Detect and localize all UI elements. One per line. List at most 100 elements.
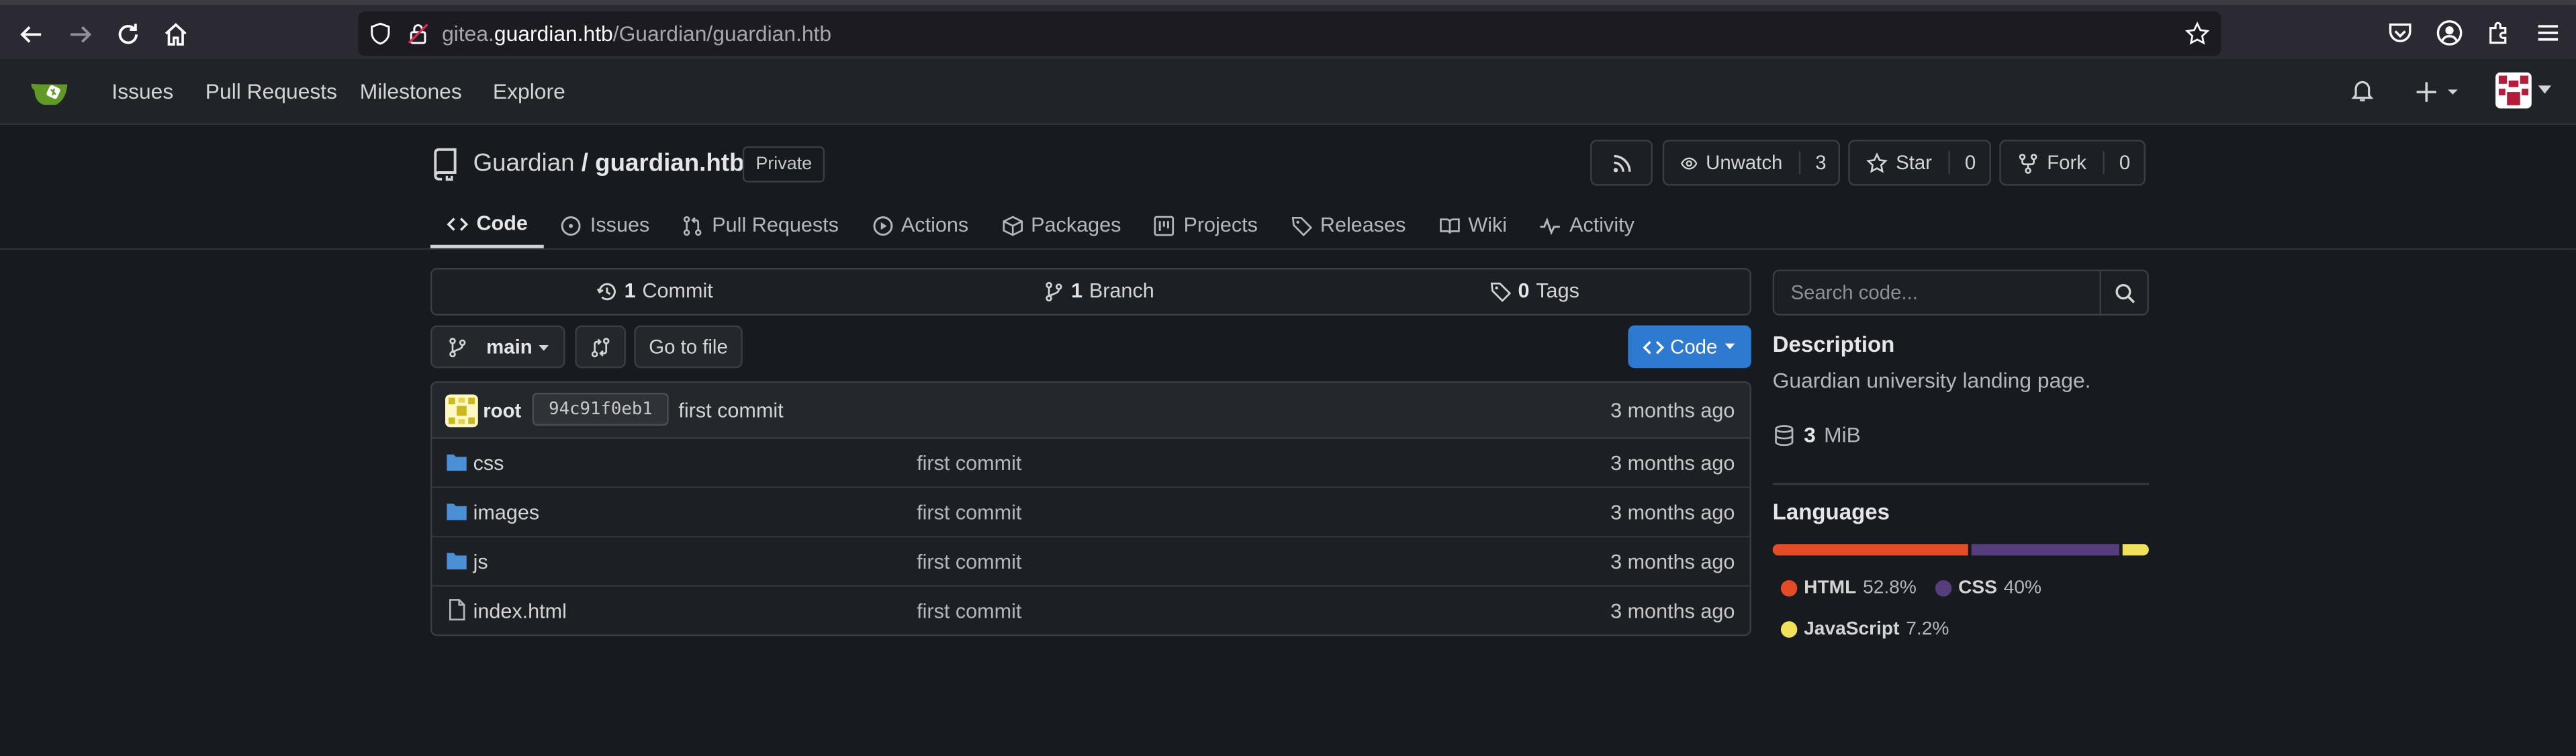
description-heading: Description <box>1772 332 1895 357</box>
repo-icon <box>434 148 457 181</box>
file-commit-message[interactable]: first commit <box>917 551 1021 573</box>
language-percent: 40% <box>2003 578 2042 598</box>
tab-code-label: Code <box>476 211 528 236</box>
package-icon <box>1002 215 1022 236</box>
reload-button[interactable] <box>110 16 146 52</box>
language-css: CSS 40% <box>1935 579 2041 598</box>
home-button[interactable] <box>158 16 194 52</box>
compare-icon <box>591 336 610 357</box>
create-new-dropdown[interactable] <box>2415 76 2464 109</box>
language-name: CSS <box>1958 578 1997 598</box>
pocket-icon[interactable] <box>2385 18 2415 48</box>
tab-pull-requests[interactable]: Pull Requests <box>666 202 856 248</box>
tags-label: Tags <box>1536 279 1579 303</box>
commit-author-avatar[interactable] <box>445 394 478 428</box>
commit-message[interactable]: first commit <box>678 399 783 422</box>
url-bar[interactable]: gitea.guardian.htb/Guardian/guardian.htb <box>358 11 2221 56</box>
tab-actions[interactable]: Actions <box>855 202 984 248</box>
tab-projects-label: Projects <box>1183 214 1258 237</box>
file-name-link[interactable]: images <box>473 502 540 524</box>
back-button[interactable] <box>13 16 50 52</box>
file-commit-message[interactable]: first commit <box>917 600 1021 622</box>
nav-pull-requests-link[interactable]: Pull Requests <box>205 79 337 103</box>
book-icon <box>1439 218 1460 233</box>
branch-selector[interactable]: main <box>430 325 565 369</box>
database-icon <box>1775 424 1794 445</box>
file-age: 3 months ago <box>1610 600 1735 623</box>
file-age: 3 months ago <box>1610 501 1735 524</box>
star-button[interactable]: Star 0 <box>1848 140 1992 186</box>
file-name-link[interactable]: index.html <box>473 600 567 622</box>
language-name: JavaScript <box>1804 619 1900 640</box>
fork-label: Fork <box>2047 151 2086 175</box>
url-text: gitea.guardian.htb/Guardian/guardian.htb <box>442 21 832 46</box>
nav-explore-link[interactable]: Explore <box>493 79 565 103</box>
file-name-link[interactable]: css <box>473 452 504 475</box>
unwatch-button[interactable]: Unwatch 3 <box>1662 140 1841 186</box>
fork-button[interactable]: Fork 0 <box>1999 140 2146 186</box>
commit-sha-button[interactable]: 94c91f0eb1 <box>532 393 670 426</box>
tab-activity[interactable]: Activity <box>1524 202 1651 248</box>
tab-code[interactable]: Code <box>430 202 545 248</box>
tab-packages[interactable]: Packages <box>985 202 1138 248</box>
rss-icon <box>1612 154 1630 172</box>
play-icon <box>872 215 892 235</box>
star-icon <box>1866 152 1888 173</box>
repo-tabs: Code Issues Pull Requests Actions Packag… <box>430 202 1651 248</box>
extensions-icon[interactable] <box>2484 18 2514 48</box>
file-age: 3 months ago <box>1610 551 1735 574</box>
languages-heading: Languages <box>1772 500 1890 524</box>
search-icon <box>2115 283 2134 303</box>
gitea-logo-icon[interactable] <box>30 73 73 112</box>
account-icon[interactable] <box>2435 18 2465 48</box>
language-name: HTML <box>1804 578 1857 598</box>
search-code-input[interactable] <box>1774 271 2100 314</box>
compare-button[interactable] <box>575 325 627 369</box>
rss-feed-button[interactable] <box>1590 140 1653 186</box>
hamburger-menu-icon[interactable] <box>2533 18 2563 48</box>
commit-author[interactable]: root <box>483 399 521 422</box>
repo-size-unit: MiB <box>1824 422 1861 447</box>
project-icon <box>1154 215 1175 236</box>
language-percent: 52.8% <box>1863 578 1917 598</box>
insecure-lock-icon[interactable] <box>406 21 430 46</box>
search-button[interactable] <box>2099 271 2147 314</box>
file-commit-message[interactable]: first commit <box>917 452 1021 475</box>
tab-projects[interactable]: Projects <box>1138 202 1274 248</box>
tab-activity-label: Activity <box>1569 214 1635 237</box>
nav-milestones-link[interactable]: Milestones <box>360 79 462 103</box>
tab-releases[interactable]: Releases <box>1274 202 1422 248</box>
bell-icon[interactable] <box>2349 77 2375 103</box>
branches-label: Branch <box>1089 279 1154 303</box>
tab-releases-label: Releases <box>1320 214 1406 237</box>
bookmark-star-icon[interactable] <box>2184 21 2210 46</box>
watch-count[interactable]: 3 <box>1798 151 1841 175</box>
code-button-label: Code <box>1670 335 1718 359</box>
star-count[interactable]: 0 <box>1948 151 1990 175</box>
commits-stat[interactable]: 1 Commit <box>596 279 713 302</box>
branches-stat[interactable]: 1 Branch <box>1043 279 1154 302</box>
fork-count[interactable]: 0 <box>2103 151 2145 175</box>
language-html: HTML 52.8% <box>1780 578 1917 598</box>
tags-stat[interactable]: 0 Tags <box>1490 279 1579 302</box>
go-to-file-button[interactable]: Go to file <box>634 325 743 369</box>
code-clone-button[interactable]: Code <box>1628 325 1751 369</box>
file-table: root 94c91f0eb1 first commit 3 months ag… <box>430 381 1751 636</box>
user-avatar-icon[interactable] <box>2495 72 2532 109</box>
pull-request-icon <box>684 215 702 235</box>
tab-wiki[interactable]: Wiki <box>1422 202 1524 248</box>
shield-icon[interactable] <box>368 21 393 46</box>
forward-button[interactable] <box>62 16 99 52</box>
nav-issues-link[interactable]: Issues <box>111 79 173 103</box>
repo-name-link[interactable]: guardian.htb <box>595 150 744 178</box>
repo-owner-link[interactable]: Guardian <box>473 150 575 178</box>
chevron-down-icon[interactable] <box>2538 85 2552 95</box>
file-name-link[interactable]: js <box>473 551 488 573</box>
tag-icon <box>1291 216 1312 236</box>
repo-separator: / <box>581 149 588 178</box>
repo-size: 3 MiB <box>1773 422 1861 447</box>
file-commit-message[interactable]: first commit <box>917 502 1021 524</box>
branches-count: 1 <box>1071 279 1083 303</box>
tab-issues[interactable]: Issues <box>544 202 665 248</box>
private-badge: Private <box>742 146 825 183</box>
